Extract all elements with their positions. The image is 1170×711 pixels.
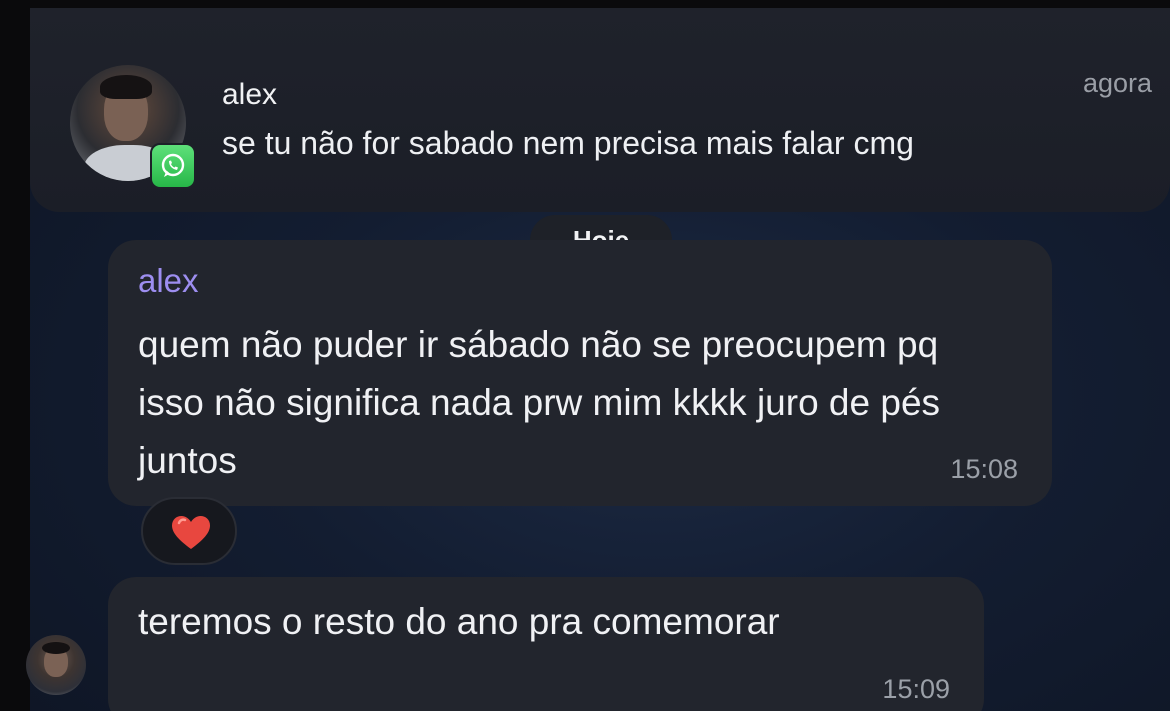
- notification-banner[interactable]: alex agora se tu não for sabado nem prec…: [30, 8, 1170, 212]
- avatar-hair: [42, 642, 70, 654]
- notification-sender: alex: [222, 78, 278, 111]
- whatsapp-glyph: [161, 153, 185, 177]
- message-text: quem não puder ir sábado não se preocupe…: [138, 324, 941, 481]
- message-text: teremos o resto do ano pra comemorar: [138, 601, 780, 642]
- message-bubble[interactable]: alex quem não puder ir sábado não se pre…: [108, 240, 1052, 506]
- screen-frame-top: [0, 0, 1170, 8]
- screen-frame-left: [0, 0, 30, 711]
- message-bubble[interactable]: teremos o resto do ano pra comemorar 15:…: [108, 577, 984, 711]
- message-time: 15:08: [950, 454, 1018, 484]
- red-heart-icon: [172, 516, 210, 549]
- message-reaction[interactable]: [141, 497, 237, 565]
- whatsapp-icon: [150, 143, 196, 189]
- notification-time: agora: [1082, 68, 1152, 98]
- avatar-hair: [100, 75, 152, 99]
- message-sender: alex: [138, 262, 199, 299]
- message-time: 15:09: [882, 674, 950, 704]
- notification-message: se tu não for sabado nem precisa mais fa…: [222, 125, 914, 161]
- sender-avatar[interactable]: [26, 635, 86, 695]
